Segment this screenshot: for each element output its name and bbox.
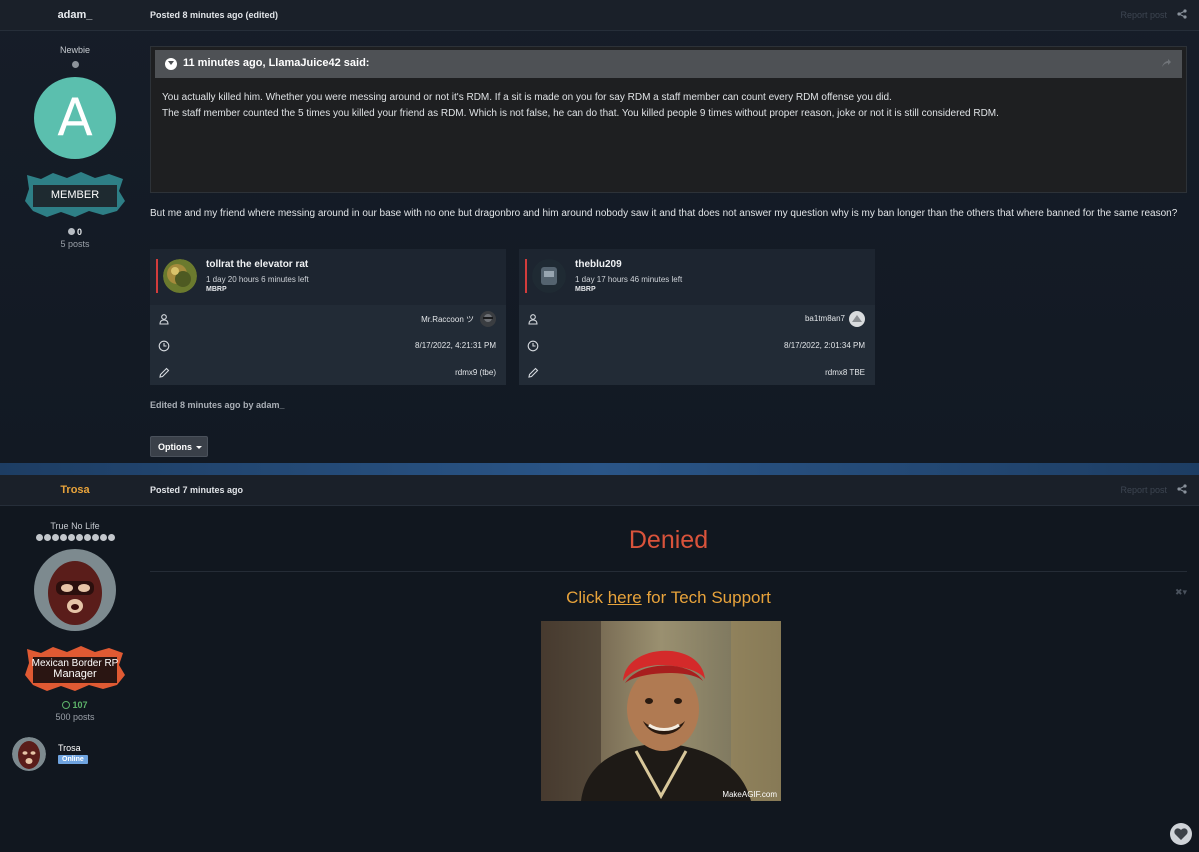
ban-card: tollrat the elevator rat 1 day 20 hours … — [150, 249, 506, 385]
reputation: 107 — [0, 700, 150, 710]
quote-block: 11 minutes ago, LlamaJuice42 said: You a… — [150, 46, 1187, 193]
member-badge: MEMBER — [23, 171, 127, 219]
rank-pip — [71, 61, 79, 68]
gif-watermark: MakeAGIF.com — [722, 790, 777, 799]
manager-badge: Mexican Border RP Manager — [23, 645, 127, 693]
player-name[interactable]: tollrat the elevator rat — [206, 259, 308, 270]
ban-date: 8/17/2022, 4:21:31 PM — [415, 341, 496, 350]
quote-text-line1: You actually killed him. Whether you wer… — [162, 92, 892, 103]
time-left: 1 day 20 hours 6 minutes left — [206, 275, 309, 284]
caret-down-icon — [196, 446, 202, 450]
pencil-icon — [159, 367, 170, 378]
admin-avatar[interactable] — [480, 311, 496, 327]
avatar[interactable]: A — [34, 77, 116, 159]
author-rank: Newbie — [59, 45, 90, 55]
tech-support-link[interactable]: here — [608, 588, 642, 607]
options-label: Options — [158, 442, 192, 452]
post-header: Trosa Posted 7 minutes ago Report post — [0, 475, 1199, 506]
clock-icon — [158, 340, 170, 352]
options-button[interactable]: Options — [150, 436, 208, 457]
reputation-count: 0 — [76, 227, 82, 237]
author-name[interactable]: adam_ — [0, 9, 150, 21]
quote-text-line2: The staff member counted the 5 times you… — [162, 108, 999, 119]
quote-citation: 11 minutes ago, LlamaJuice42 said: — [183, 57, 370, 69]
clock-icon — [527, 340, 539, 352]
post-count: 5 posts — [60, 239, 90, 249]
time-left: 1 day 17 hours 46 minutes left — [575, 275, 683, 284]
user-icon — [528, 314, 538, 325]
ban-reason: rdmx8 TBE — [825, 368, 865, 377]
post-timestamp[interactable]: Posted 7 minutes ago — [150, 485, 243, 495]
author-panel: True No Life Mexican Border RP Manager 10… — [0, 521, 150, 722]
reputation-count: 107 — [72, 700, 88, 710]
avatar[interactable] — [34, 549, 116, 631]
server-tag: MBRP — [206, 286, 227, 293]
pencil-icon — [528, 367, 539, 378]
reaction-heart-button[interactable] — [1170, 823, 1192, 845]
post-separator — [0, 463, 1199, 475]
reputation: 0 — [0, 227, 150, 237]
post-body: But me and my friend where messing aroun… — [150, 208, 1178, 219]
player-name[interactable]: theblu209 — [575, 259, 622, 270]
card-accent-bar — [525, 259, 527, 293]
divider — [150, 571, 1187, 572]
tech-support-line: Click here for Tech Support — [150, 588, 1187, 608]
heart-icon — [1174, 828, 1188, 840]
mini-author-name[interactable]: Trosa — [58, 743, 81, 753]
admin-name[interactable]: Mr.Raccoon ツ — [421, 314, 474, 325]
post-trosa: Trosa Posted 7 minutes ago Report post T… — [0, 475, 1199, 852]
report-post-link[interactable]: Report post — [1120, 485, 1167, 495]
ban-date: 8/17/2022, 2:01:34 PM — [784, 341, 865, 350]
ban-card: theblu209 1 day 17 hours 46 minutes left… — [519, 249, 875, 385]
quote-header[interactable]: 11 minutes ago, LlamaJuice42 said: — [155, 50, 1182, 78]
admin-name[interactable]: ba1tm8an7 — [805, 314, 845, 323]
player-avatar[interactable] — [532, 259, 566, 293]
mini-avatar[interactable] — [12, 737, 46, 771]
edited-note: Edited 8 minutes ago by adam_ — [150, 400, 285, 410]
badge-line-2: Manager — [53, 668, 97, 680]
player-avatar[interactable] — [163, 259, 197, 293]
share-icon[interactable] — [1177, 9, 1187, 19]
embed-close-icon[interactable]: ✖▾ — [1175, 587, 1187, 598]
click-prefix: Click — [566, 588, 608, 607]
post-count: 500 posts — [55, 712, 95, 722]
denied-heading: Denied — [628, 526, 709, 554]
chevron-down-icon[interactable] — [165, 58, 177, 70]
user-icon — [159, 314, 169, 325]
post-header: adam_ Posted 8 minutes ago (edited) Repo… — [0, 0, 1199, 31]
author-panel: Newbie A MEMBER 0 5 posts — [0, 45, 150, 249]
badge-label: Mexican Border RP Manager — [23, 645, 127, 693]
server-tag: MBRP — [575, 286, 596, 293]
report-post-link[interactable]: Report post — [1120, 10, 1167, 20]
post-timestamp[interactable]: Posted 8 minutes ago (edited) — [150, 10, 278, 20]
go-to-quote-icon[interactable] — [1161, 58, 1172, 68]
click-suffix: for Tech Support — [641, 588, 771, 607]
share-icon[interactable] — [1177, 484, 1187, 494]
author-name[interactable]: Trosa — [0, 484, 150, 496]
card-accent-bar — [156, 259, 158, 293]
ban-reason: rdmx9 (tbe) — [455, 368, 496, 377]
admin-avatar[interactable] — [849, 311, 865, 327]
badge-label: MEMBER — [50, 188, 100, 201]
post-adam: adam_ Posted 8 minutes ago (edited) Repo… — [0, 0, 1199, 463]
author-rank: True No Life — [50, 521, 100, 531]
gif-image — [541, 621, 781, 801]
online-status-badge: Online — [58, 755, 88, 764]
rank-pips — [0, 534, 150, 541]
reaction-gif[interactable]: MakeAGIF.com — [541, 621, 781, 801]
